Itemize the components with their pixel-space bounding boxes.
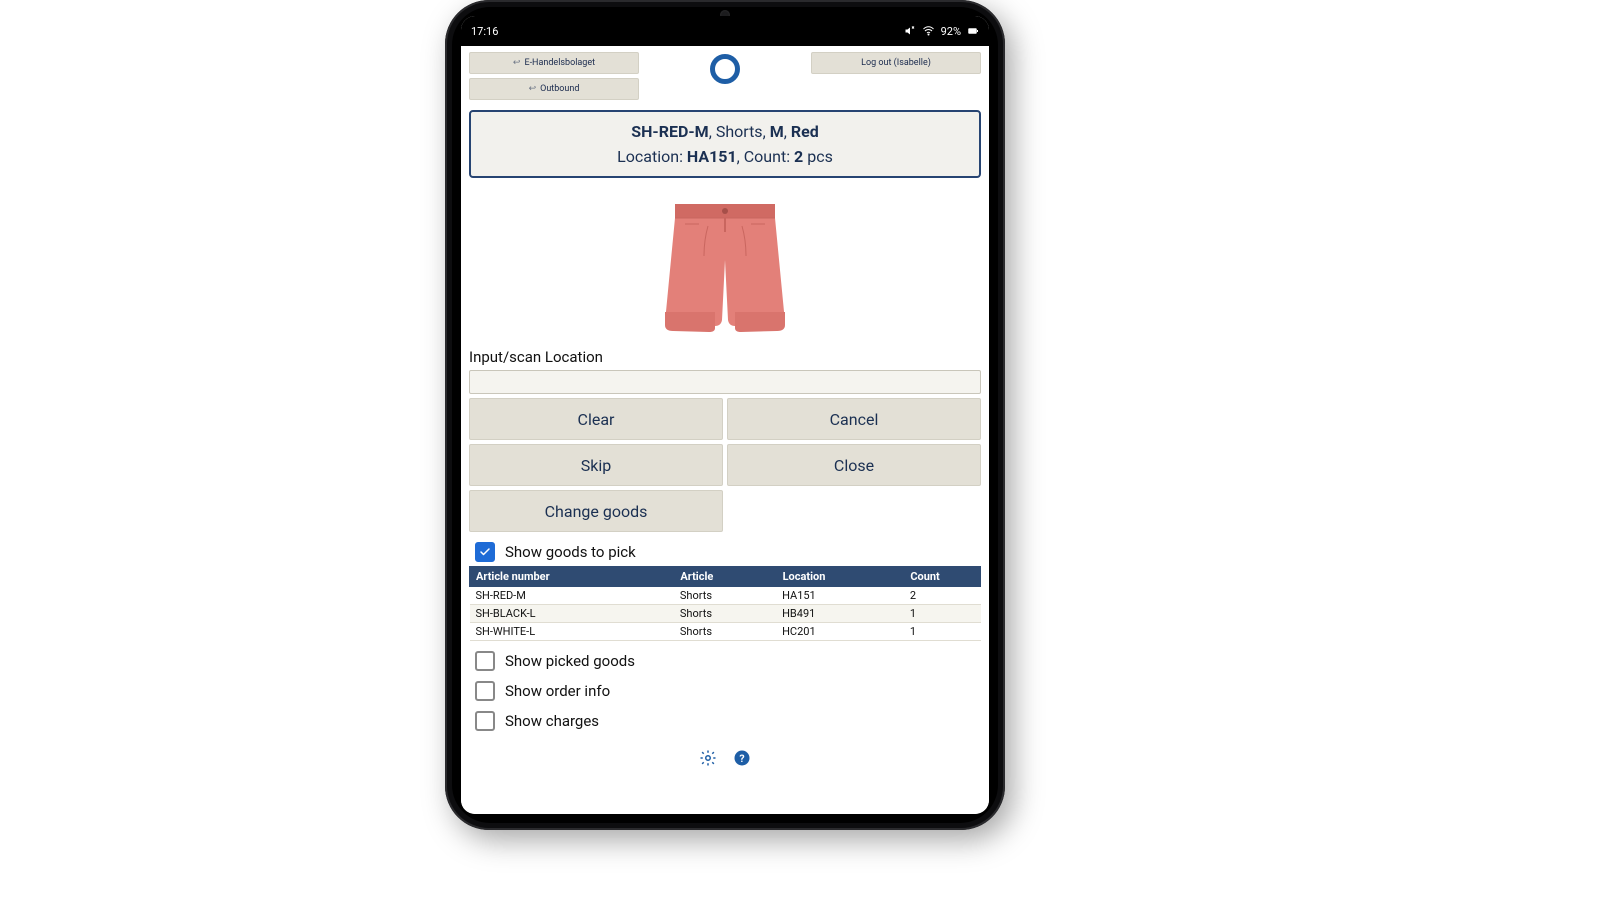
- close-button[interactable]: Close: [727, 444, 981, 486]
- clear-button[interactable]: Clear: [469, 398, 723, 440]
- item-sku: SH-RED-M: [631, 122, 708, 141]
- logout-button[interactable]: Log out (Isabelle): [811, 52, 981, 74]
- item-size: M: [770, 122, 784, 141]
- col-article: Article: [674, 567, 776, 587]
- cell-count: 1: [904, 623, 981, 641]
- item-color: Red: [791, 122, 819, 141]
- mode-breadcrumb[interactable]: ↩ Outbound: [469, 78, 639, 100]
- table-row[interactable]: SH-WHITE-L Shorts HC201 1: [470, 623, 981, 641]
- skip-button[interactable]: Skip: [469, 444, 723, 486]
- show-picked-goods-checkbox[interactable]: [475, 651, 495, 671]
- cancel-button[interactable]: Cancel: [727, 398, 981, 440]
- help-icon[interactable]: ?: [733, 749, 751, 767]
- cell-article: Shorts: [674, 623, 776, 641]
- cell-location: HA151: [776, 587, 904, 605]
- company-label: E-Handelsbolaget: [524, 58, 595, 68]
- show-charges-checkbox[interactable]: [475, 711, 495, 731]
- show-picked-goods-label: Show picked goods: [505, 652, 635, 670]
- battery-icon: [967, 25, 979, 37]
- company-breadcrumb[interactable]: ↩ E-Handelsbolaget: [469, 52, 639, 74]
- table-row[interactable]: SH-BLACK-L Shorts HB491 1: [470, 605, 981, 623]
- logo-icon: [710, 54, 740, 84]
- status-time: 17:16: [471, 25, 498, 38]
- location-value: HA151: [687, 147, 737, 166]
- item-panel: SH-RED-M, Shorts, M, Red Location: HA151…: [469, 110, 981, 178]
- cell-location: HC201: [776, 623, 904, 641]
- wifi-icon: [922, 25, 935, 37]
- cancel-label: Cancel: [830, 410, 879, 429]
- item-type: Shorts: [716, 122, 763, 141]
- cell-count: 2: [904, 587, 981, 605]
- screen: 17:16 92%: [461, 16, 989, 814]
- show-charges-label: Show charges: [505, 712, 599, 730]
- status-bar: 17:16 92%: [461, 16, 989, 46]
- scan-input-label: Input/scan Location: [469, 348, 981, 366]
- cell-article: Shorts: [674, 605, 776, 623]
- mute-icon: [904, 25, 916, 37]
- logout-label: Log out (Isabelle): [861, 58, 931, 68]
- change-goods-label: Change goods: [545, 502, 648, 521]
- back-arrow-icon: ↩: [529, 84, 537, 94]
- cell-article-number: SH-RED-M: [470, 587, 674, 605]
- show-order-info-checkbox[interactable]: [475, 681, 495, 701]
- gear-icon[interactable]: [699, 749, 717, 767]
- scan-input[interactable]: [469, 370, 981, 394]
- show-order-info-label: Show order info: [505, 682, 610, 700]
- col-location: Location: [776, 567, 904, 587]
- show-goods-to-pick-label: Show goods to pick: [505, 543, 636, 561]
- col-count: Count: [904, 567, 981, 587]
- count-value: 2: [794, 147, 803, 166]
- count-unit: pcs: [807, 147, 833, 166]
- col-article-number: Article number: [470, 567, 674, 587]
- close-label: Close: [834, 456, 874, 475]
- cell-article: Shorts: [674, 587, 776, 605]
- location-label: Location:: [617, 147, 683, 166]
- tablet-device-frame: 17:16 92%: [445, 0, 1005, 830]
- product-image: [660, 194, 790, 338]
- clear-label: Clear: [578, 410, 615, 429]
- item-title-line: SH-RED-M, Shorts, M, Red: [479, 122, 971, 141]
- mode-label: Outbound: [540, 84, 579, 94]
- back-arrow-icon: ↩: [513, 58, 521, 68]
- cell-count: 1: [904, 605, 981, 623]
- skip-label: Skip: [581, 456, 611, 475]
- change-goods-button[interactable]: Change goods: [469, 490, 723, 532]
- table-row[interactable]: SH-RED-M Shorts HA151 2: [470, 587, 981, 605]
- cell-article-number: SH-WHITE-L: [470, 623, 674, 641]
- item-location-line: Location: HA151, Count: 2 pcs: [479, 147, 971, 166]
- cell-article-number: SH-BLACK-L: [470, 605, 674, 623]
- goods-table: Article number Article Location Count SH…: [469, 566, 981, 641]
- show-goods-to-pick-checkbox[interactable]: [475, 542, 495, 562]
- cell-location: HB491: [776, 605, 904, 623]
- battery-label: 92%: [941, 25, 961, 38]
- count-label: Count:: [744, 147, 790, 166]
- svg-text:?: ?: [739, 752, 744, 765]
